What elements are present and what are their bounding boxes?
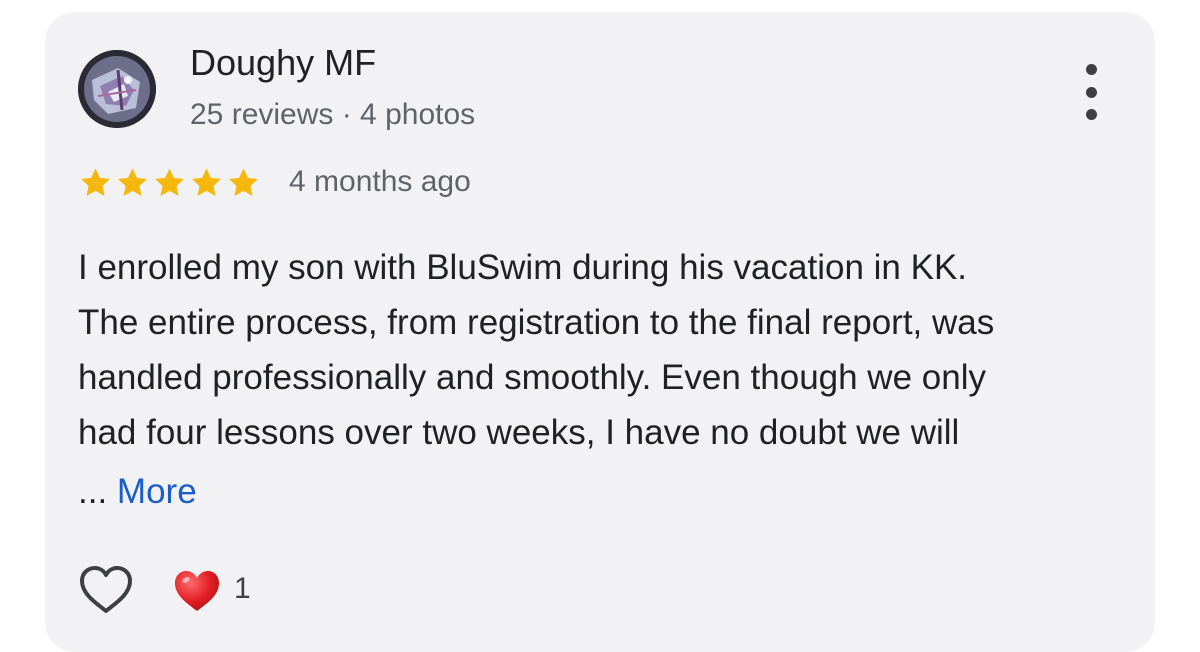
more-row: ... More — [78, 472, 197, 512]
review-time: 4 months ago — [289, 165, 471, 198]
star-icon — [152, 166, 187, 200]
review-card: Doughy MF 25 reviews · 4 photos 4 months… — [45, 12, 1155, 652]
reaction-count: 1 — [234, 572, 251, 605]
menu-dot-icon — [1085, 64, 1097, 75]
review-line: handled professionally and smoothly. Eve… — [78, 358, 986, 397]
ellipsis: ... — [78, 472, 108, 511]
review-line: The entire process, from registration to… — [78, 303, 995, 342]
red-heart-icon[interactable] — [173, 569, 221, 613]
star-rating — [78, 166, 261, 200]
menu-dot-icon — [1085, 86, 1097, 98]
star-icon — [115, 166, 150, 200]
menu-dot-icon — [1085, 109, 1097, 120]
star-icon — [226, 166, 261, 200]
more-options-button[interactable] — [1071, 64, 1111, 120]
more-link[interactable]: More — [117, 472, 197, 511]
reviewer-meta: 25 reviews · 4 photos — [190, 98, 476, 131]
heart-outline-icon[interactable] — [78, 565, 134, 615]
star-icon — [189, 166, 224, 200]
review-text: I enrolled my son with BluSwim during hi… — [78, 240, 1138, 460]
review-line: had four lessons over two weeks, I have … — [78, 413, 960, 452]
avatar-image — [78, 50, 156, 128]
avatar[interactable] — [78, 50, 156, 128]
reviewer-name[interactable]: Doughy MF — [190, 42, 376, 84]
review-line: I enrolled my son with BluSwim during hi… — [78, 248, 968, 287]
star-icon — [78, 166, 113, 200]
